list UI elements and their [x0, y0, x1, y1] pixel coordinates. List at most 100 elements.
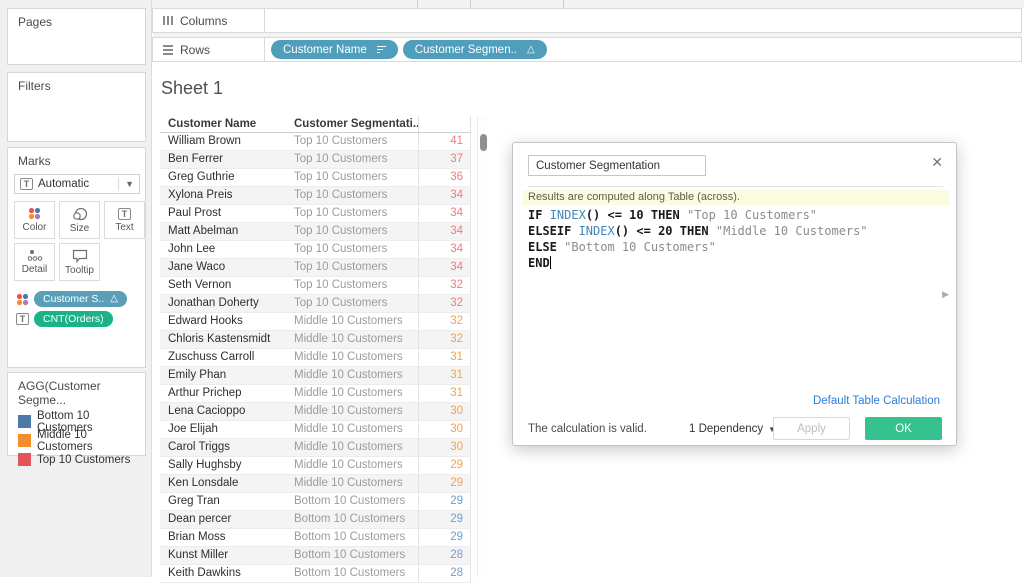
table-row[interactable]: Jane WacoTop 10 Customers34 — [160, 259, 471, 277]
table-row[interactable]: Zuschuss CarrollMiddle 10 Customers31 — [160, 349, 471, 367]
dependency-dropdown[interactable]: 1 Dependency ▼ — [689, 423, 776, 435]
count-orders-cell[interactable]: 30 — [418, 421, 471, 438]
formula-editor[interactable]: IF INDEX() <= 10 THEN "Top 10 Customers"… — [528, 207, 868, 271]
count-orders-cell[interactable]: 37 — [418, 151, 471, 168]
table-row[interactable]: Greg TranBottom 10 Customers29 — [160, 493, 471, 511]
count-orders-cell[interactable]: 29 — [418, 529, 471, 546]
segment-cell[interactable]: Bottom 10 Customers — [294, 547, 418, 564]
customer-name-cell[interactable]: Greg Guthrie — [160, 169, 294, 186]
segment-cell[interactable]: Middle 10 Customers — [294, 367, 418, 384]
table-row[interactable]: Brian MossBottom 10 Customers29 — [160, 529, 471, 547]
segment-cell[interactable]: Top 10 Customers — [294, 205, 418, 222]
customer-name-cell[interactable]: William Brown — [160, 133, 294, 150]
segment-cell[interactable]: Top 10 Customers — [294, 259, 418, 276]
count-orders-cell[interactable]: 34 — [418, 205, 471, 222]
segment-cell[interactable]: Middle 10 Customers — [294, 457, 418, 474]
segment-cell[interactable]: Middle 10 Customers — [294, 475, 418, 492]
segment-cell[interactable]: Top 10 Customers — [294, 187, 418, 204]
table-row[interactable]: William BrownTop 10 Customers41 — [160, 133, 471, 151]
segment-cell[interactable]: Middle 10 Customers — [294, 313, 418, 330]
table-row[interactable]: Carol TriggsMiddle 10 Customers30 — [160, 439, 471, 457]
count-orders-cell[interactable]: 31 — [418, 385, 471, 402]
table-row[interactable]: Kunst MillerBottom 10 Customers28 — [160, 547, 471, 565]
count-orders-cell[interactable]: 31 — [418, 367, 471, 384]
count-orders-cell[interactable]: 32 — [418, 295, 471, 312]
count-orders-cell[interactable]: 29 — [418, 475, 471, 492]
columns-shelf[interactable]: Columns — [152, 8, 1022, 33]
customer-name-cell[interactable]: Jane Waco — [160, 259, 294, 276]
count-orders-cell[interactable]: 31 — [418, 349, 471, 366]
header-customer-name[interactable]: Customer Name — [160, 118, 294, 130]
filters-shelf[interactable]: Filters — [7, 72, 146, 142]
count-orders-cell[interactable]: 30 — [418, 439, 471, 456]
customer-name-cell[interactable]: Matt Abelman — [160, 223, 294, 240]
customer-name-cell[interactable]: Sally Hughsby — [160, 457, 294, 474]
close-icon[interactable]: ✕ — [931, 154, 943, 170]
customer-name-cell[interactable]: Lena Cacioppo — [160, 403, 294, 420]
customer-name-cell[interactable]: Brian Moss — [160, 529, 294, 546]
mark-type-dropdown[interactable]: T Automatic ▼ — [14, 174, 140, 194]
segment-cell[interactable]: Middle 10 Customers — [294, 403, 418, 420]
count-orders-cell[interactable]: 29 — [418, 511, 471, 528]
ok-button[interactable]: OK — [865, 417, 942, 440]
table-row[interactable]: Seth VernonTop 10 Customers32 — [160, 277, 471, 295]
table-row[interactable]: Keith DawkinsBottom 10 Customers28 — [160, 565, 471, 583]
segment-cell[interactable]: Middle 10 Customers — [294, 421, 418, 438]
text-button[interactable]: TText — [104, 201, 145, 239]
segment-cell[interactable]: Bottom 10 Customers — [294, 529, 418, 546]
customer-name-cell[interactable]: Seth Vernon — [160, 277, 294, 294]
segment-cell[interactable]: Bottom 10 Customers — [294, 565, 418, 582]
rows-shelf-pill[interactable]: Customer Name — [271, 40, 398, 59]
segment-cell[interactable]: Middle 10 Customers — [294, 385, 418, 402]
calculation-name-input[interactable] — [528, 155, 706, 176]
table-row[interactable]: Emily PhanMiddle 10 Customers31 — [160, 367, 471, 385]
marks-pill[interactable]: Customer S..△ — [34, 291, 127, 307]
table-row[interactable]: Ken LonsdaleMiddle 10 Customers29 — [160, 475, 471, 493]
table-row[interactable]: Joe ElijahMiddle 10 Customers30 — [160, 421, 471, 439]
segment-cell[interactable]: Middle 10 Customers — [294, 439, 418, 456]
count-orders-cell[interactable]: 41 — [418, 133, 471, 150]
table-row[interactable]: Xylona PreisTop 10 Customers34 — [160, 187, 471, 205]
table-row[interactable]: Paul ProstTop 10 Customers34 — [160, 205, 471, 223]
segment-cell[interactable]: Top 10 Customers — [294, 169, 418, 186]
expand-functions-icon[interactable]: ▶ — [942, 289, 949, 300]
count-orders-cell[interactable]: 34 — [418, 241, 471, 258]
customer-name-cell[interactable]: Carol Triggs — [160, 439, 294, 456]
customer-name-cell[interactable]: Greg Tran — [160, 493, 294, 510]
customer-name-cell[interactable]: Dean percer — [160, 511, 294, 528]
default-table-calculation-link[interactable]: Default Table Calculation — [813, 395, 940, 407]
count-orders-cell[interactable]: 34 — [418, 259, 471, 276]
table-row[interactable]: Ben FerrerTop 10 Customers37 — [160, 151, 471, 169]
segment-cell[interactable]: Middle 10 Customers — [294, 331, 418, 348]
customer-name-cell[interactable]: Zuschuss Carroll — [160, 349, 294, 366]
customer-name-cell[interactable]: Jonathan Doherty — [160, 295, 294, 312]
customer-name-cell[interactable]: Arthur Prichep — [160, 385, 294, 402]
count-orders-cell[interactable]: 32 — [418, 331, 471, 348]
table-row[interactable]: Arthur PrichepMiddle 10 Customers31 — [160, 385, 471, 403]
customer-name-cell[interactable]: Keith Dawkins — [160, 565, 294, 582]
count-orders-cell[interactable]: 32 — [418, 313, 471, 330]
count-orders-cell[interactable]: 34 — [418, 187, 471, 204]
customer-name-cell[interactable]: Edward Hooks — [160, 313, 294, 330]
table-row[interactable]: Chloris KastensmidtMiddle 10 Customers32 — [160, 331, 471, 349]
customer-name-cell[interactable]: Ben Ferrer — [160, 151, 294, 168]
segment-cell[interactable]: Top 10 Customers — [294, 223, 418, 240]
segment-cell[interactable]: Bottom 10 Customers — [294, 493, 418, 510]
segment-cell[interactable]: Top 10 Customers — [294, 241, 418, 258]
segment-cell[interactable]: Bottom 10 Customers — [294, 511, 418, 528]
pages-shelf[interactable]: Pages — [7, 8, 146, 65]
size-button[interactable]: Size — [59, 201, 100, 239]
legend-item[interactable]: Top 10 Customers — [18, 450, 145, 469]
count-orders-cell[interactable]: 30 — [418, 403, 471, 420]
count-orders-cell[interactable]: 34 — [418, 223, 471, 240]
scrollbar-thumb[interactable] — [480, 134, 487, 151]
customer-name-cell[interactable]: Joe Elijah — [160, 421, 294, 438]
table-row[interactable]: Dean percerBottom 10 Customers29 — [160, 511, 471, 529]
segment-cell[interactable]: Top 10 Customers — [294, 295, 418, 312]
table-row[interactable]: John LeeTop 10 Customers34 — [160, 241, 471, 259]
count-orders-cell[interactable]: 32 — [418, 277, 471, 294]
customer-name-cell[interactable]: Ken Lonsdale — [160, 475, 294, 492]
marks-pill[interactable]: CNT(Orders) — [34, 311, 113, 327]
apply-button[interactable]: Apply — [773, 417, 850, 440]
vertical-scrollbar[interactable] — [477, 116, 488, 577]
